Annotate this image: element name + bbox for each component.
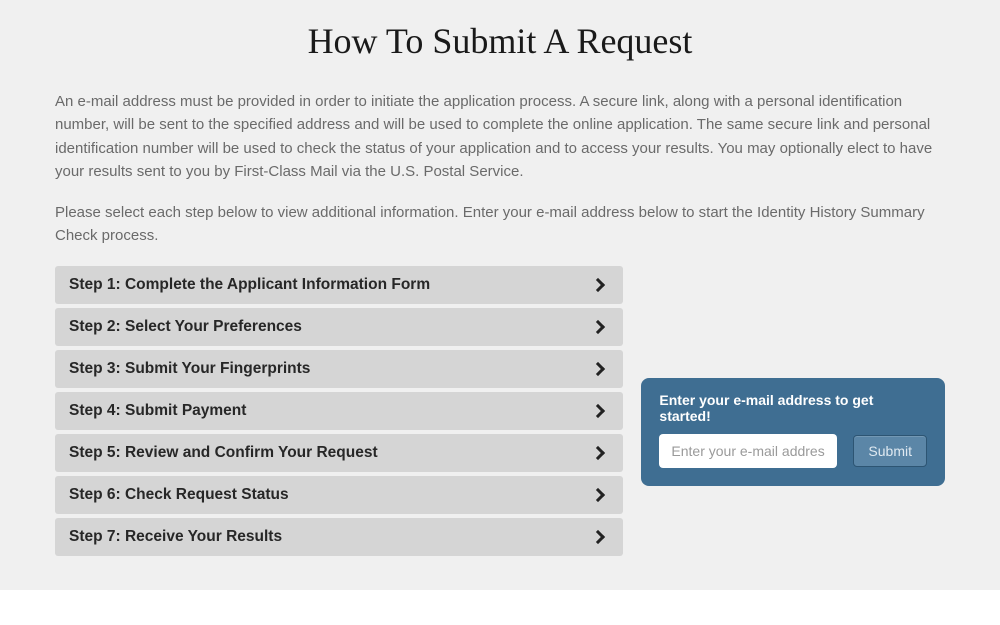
email-prompt: Enter your e-mail address to get started… bbox=[659, 392, 927, 424]
chevron-right-icon bbox=[591, 361, 605, 375]
step-label: Step 1: Complete the Applicant Informati… bbox=[69, 276, 430, 294]
step-7[interactable]: Step 7: Receive Your Results bbox=[55, 518, 623, 556]
step-label: Step 2: Select Your Preferences bbox=[69, 318, 302, 336]
step-label: Step 3: Submit Your Fingerprints bbox=[69, 360, 310, 378]
step-1[interactable]: Step 1: Complete the Applicant Informati… bbox=[55, 266, 623, 304]
step-label: Step 5: Review and Confirm Your Request bbox=[69, 444, 378, 462]
step-label: Step 7: Receive Your Results bbox=[69, 528, 282, 546]
chevron-right-icon bbox=[591, 319, 605, 333]
step-6[interactable]: Step 6: Check Request Status bbox=[55, 476, 623, 514]
chevron-right-icon bbox=[591, 529, 605, 543]
intro-paragraph-1: An e-mail address must be provided in or… bbox=[55, 90, 945, 183]
step-3[interactable]: Step 3: Submit Your Fingerprints bbox=[55, 350, 623, 388]
step-label: Step 6: Check Request Status bbox=[69, 486, 289, 504]
submit-button[interactable]: Submit bbox=[853, 435, 927, 467]
steps-accordion: Step 1: Complete the Applicant Informati… bbox=[55, 266, 623, 560]
chevron-right-icon bbox=[591, 277, 605, 291]
chevron-right-icon bbox=[591, 487, 605, 501]
step-4[interactable]: Step 4: Submit Payment bbox=[55, 392, 623, 430]
chevron-right-icon bbox=[591, 403, 605, 417]
chevron-right-icon bbox=[591, 445, 605, 459]
email-signup-card: Enter your e-mail address to get started… bbox=[641, 378, 945, 486]
step-2[interactable]: Step 2: Select Your Preferences bbox=[55, 308, 623, 346]
step-label: Step 4: Submit Payment bbox=[69, 402, 246, 420]
page-title: How To Submit A Request bbox=[55, 20, 945, 62]
intro-paragraph-2: Please select each step below to view ad… bbox=[55, 201, 945, 248]
email-input[interactable] bbox=[659, 434, 837, 468]
step-5[interactable]: Step 5: Review and Confirm Your Request bbox=[55, 434, 623, 472]
